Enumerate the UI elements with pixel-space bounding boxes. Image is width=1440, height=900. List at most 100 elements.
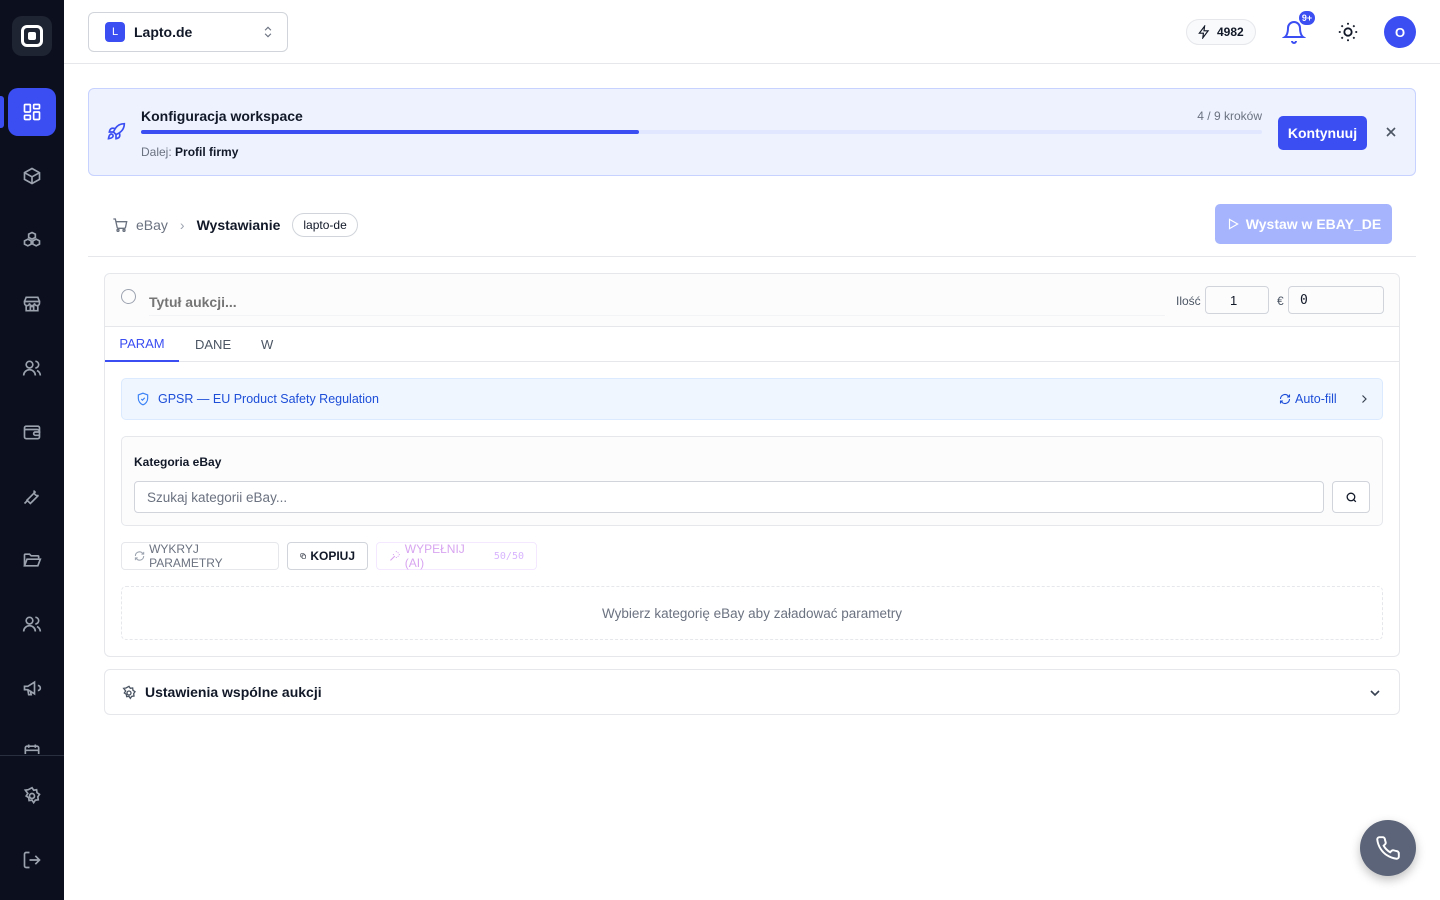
shopping-cart-icon: [113, 218, 128, 232]
auction-tabs: PARAM DANE W: [105, 327, 1399, 362]
sidebar-item-settings[interactable]: [8, 772, 56, 820]
setup-next-step: Profil firmy: [175, 145, 239, 159]
setup-steps: 4 / 9 kroków: [1197, 109, 1262, 123]
tab-w[interactable]: W: [261, 327, 273, 362]
category-box: Kategoria eBay Szukaj kategorii eBay...: [121, 436, 1383, 526]
breadcrumb-current: Wystawianie: [196, 217, 281, 233]
list-on-ebay-label: Wystaw w EBAY_DE: [1245, 216, 1382, 232]
sidebar-item-marketing[interactable]: [8, 664, 56, 712]
folder-open-icon: [23, 553, 42, 567]
shared-settings-collapsible[interactable]: Ustawienia wspólne aukcji: [104, 669, 1400, 715]
tab-dane[interactable]: DANE: [195, 327, 231, 362]
sidebar-item-dashboard[interactable]: [8, 88, 56, 136]
sidebar-item-tools[interactable]: [8, 472, 56, 520]
play-icon: [1228, 218, 1239, 230]
detect-parameters-label: WYKRYJ PARAMETRY: [149, 542, 223, 570]
sidebar-item-store[interactable]: [8, 280, 56, 328]
auction-title-input[interactable]: [149, 288, 1165, 316]
gpsr-panel[interactable]: GPSR — EU Product Safety Regulation Auto…: [121, 378, 1383, 420]
sidebar-divider: [0, 755, 64, 756]
shield-check-icon: [137, 392, 149, 406]
breadcrumb-root[interactable]: eBay: [136, 217, 168, 233]
workspace-badge: L: [105, 22, 125, 42]
account-tag: lapto-de: [292, 213, 358, 237]
chevron-down-icon: [1370, 690, 1380, 697]
breadcrumb: eBay › Wystawianie lapto-de: [112, 212, 358, 238]
ai-fill-count: 50/50: [493, 550, 524, 562]
chevron-right-icon: ›: [179, 217, 185, 233]
sun-icon[interactable]: [1337, 21, 1359, 43]
setup-banner: Konfiguracja workspace 4 / 9 kroków Dale…: [88, 88, 1416, 176]
store-icon: [23, 296, 41, 312]
currency-label: €: [1277, 294, 1284, 308]
autofill-label: Auto-fill: [1295, 392, 1337, 406]
sidebar-item-team[interactable]: [8, 600, 56, 648]
dashboard-icon: [23, 103, 41, 121]
close-icon[interactable]: [1383, 124, 1399, 140]
wrench-icon: [23, 489, 40, 505]
chevron-right-icon[interactable]: [1358, 393, 1370, 405]
workspace-name: Lapto.de: [134, 24, 193, 40]
autofill-button[interactable]: Auto-fill: [1279, 392, 1337, 406]
quantity-input[interactable]: 1: [1205, 286, 1269, 314]
setup-next-prefix: Dalej:: [141, 145, 172, 159]
section-divider: [88, 256, 1416, 257]
credits-badge[interactable]: 4982: [1186, 19, 1256, 45]
auction-select-radio[interactable]: [121, 289, 136, 304]
quantity-label: Ilość: [1176, 294, 1201, 308]
category-search-button[interactable]: [1332, 481, 1370, 513]
category-search-input[interactable]: Szukaj kategorii eBay...: [134, 481, 1324, 513]
package-icon: [23, 167, 41, 185]
gear-icon: [23, 786, 41, 805]
tab-param[interactable]: PARAM: [105, 327, 179, 362]
setup-progress-fill: [141, 130, 639, 134]
sidebar-item-files[interactable]: [8, 536, 56, 584]
search-icon: [1346, 492, 1356, 502]
chevrons-up-down-icon: [264, 26, 272, 38]
auction-card: Ilość 1 € 0 PARAM DANE W GPSR — EU Produ…: [104, 273, 1400, 657]
copy-icon: [300, 553, 306, 559]
magic-wand-icon: [390, 551, 400, 561]
continue-button[interactable]: Kontynuuj: [1278, 116, 1367, 150]
team-icon: [22, 616, 42, 632]
sidebar: [0, 0, 64, 900]
credits-count: 4982: [1217, 25, 1244, 39]
setup-next: Dalej: Profil firmy: [141, 145, 238, 159]
active-nav-marker: [0, 96, 4, 128]
sidebar-item-logout[interactable]: [8, 836, 56, 884]
megaphone-icon: [23, 680, 42, 696]
boxes-icon: [23, 231, 41, 247]
rocket-icon: [107, 122, 126, 140]
notifications-badge: 9+: [1298, 10, 1316, 26]
workspace-select[interactable]: L Lapto.de: [88, 12, 288, 52]
copy-label: KOPIUJ: [310, 549, 355, 563]
sidebar-item-products[interactable]: [8, 152, 56, 200]
setup-progress: [141, 130, 1262, 134]
ai-fill-label: WYPEŁNIJ (AI): [404, 542, 465, 570]
sidebar-item-customers[interactable]: [8, 344, 56, 392]
sidebar-item-wallet[interactable]: [8, 408, 56, 456]
wallet-icon: [23, 425, 41, 440]
refresh-icon: [134, 551, 145, 561]
calendar-icon: [24, 744, 40, 754]
refresh-icon: [1279, 393, 1291, 405]
auction-header: Ilość 1 € 0: [105, 274, 1399, 327]
phone-icon: [1376, 836, 1400, 860]
copy-button[interactable]: KOPIUJ: [287, 542, 368, 570]
call-support-button[interactable]: [1360, 820, 1416, 876]
users-icon: [22, 360, 42, 376]
app-logo[interactable]: [12, 16, 52, 56]
avatar[interactable]: O: [1384, 16, 1416, 48]
gpsr-title: GPSR — EU Product Safety Regulation: [158, 392, 379, 406]
parameters-empty-state: Wybierz kategorię eBay aby załadować par…: [121, 586, 1383, 640]
gear-icon: [122, 685, 136, 700]
setup-title: Konfiguracja workspace: [141, 108, 303, 124]
sidebar-item-more[interactable]: [8, 728, 56, 754]
sidebar-item-bundles[interactable]: [8, 216, 56, 264]
ai-fill-button[interactable]: WYPEŁNIJ (AI) 50/50: [376, 542, 537, 570]
shared-settings-title: Ustawienia wspólne aukcji: [145, 684, 322, 700]
price-input[interactable]: 0: [1288, 286, 1384, 314]
list-on-ebay-button[interactable]: Wystaw w EBAY_DE: [1215, 204, 1392, 244]
detect-parameters-button[interactable]: WYKRYJ PARAMETRY: [121, 542, 279, 570]
category-label: Kategoria eBay: [134, 455, 222, 469]
